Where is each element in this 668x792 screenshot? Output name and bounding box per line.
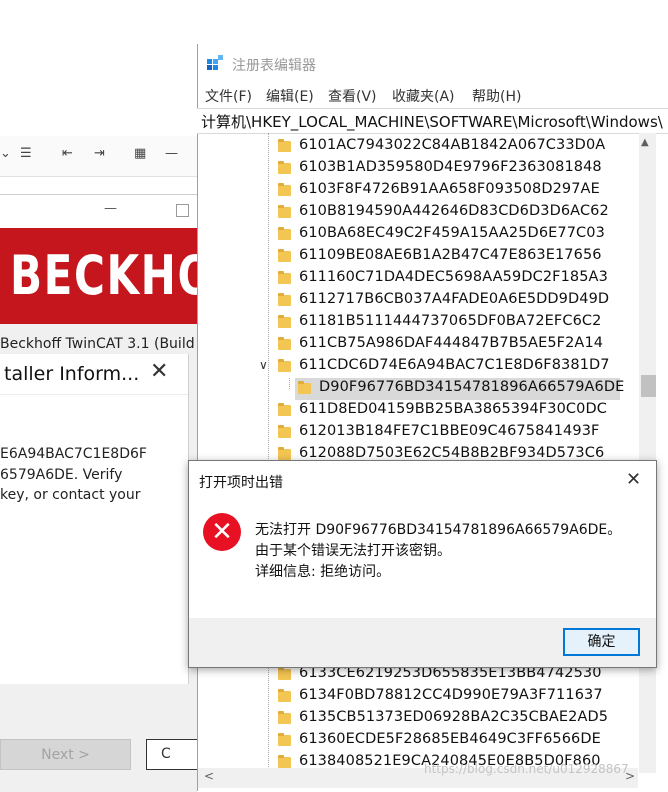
installer-message-line: E6A94BAC7C1E8D6F — [0, 446, 147, 462]
key-label: 6135CB51373ED06928BA2C35CBAE2AD5 — [299, 709, 609, 725]
key-label: 61109BE08AE6B1A2B47C47E863E17656 — [299, 247, 602, 263]
address-path[interactable]: 计算机\HKEY_LOCAL_MACHINE\SOFTWARE\Microsof… — [201, 111, 663, 132]
beckhoff-logo-text: BECKHO — [10, 244, 197, 307]
tree-item-selected[interactable]: D90F96776BD34154781896A66579A6DE — [198, 378, 638, 400]
scrollbar-thumb[interactable] — [641, 375, 656, 397]
tree-item[interactable]: 611160C71DA4DEC5698AA59DC2F185A3 — [198, 268, 638, 290]
folder-icon — [278, 425, 291, 438]
tree-item[interactable]: 611CB75A986DAF444847B7B5AE5F2A14 — [198, 334, 638, 356]
installer-message-title: taller Inform... — [4, 363, 140, 385]
tree-item[interactable]: 6112717B6CB037A4FADE0A6E5DD9D49D — [198, 290, 638, 312]
menu-help[interactable]: 帮助(H) — [472, 86, 521, 106]
key-label: D90F96776BD34154781896A66579A6DE — [319, 379, 625, 395]
registry-editor-icon — [207, 55, 223, 70]
product-name: Beckhoff TwinCAT 3.1 (Build — [0, 336, 195, 352]
divider — [0, 394, 188, 395]
increase-indent-icon[interactable]: ⇥ — [94, 146, 105, 161]
folder-icon — [278, 711, 291, 724]
folder-icon — [278, 139, 291, 152]
folder-icon — [278, 733, 291, 746]
key-label: 610BA68EC49C2F459A15AA25D6E77C03 — [299, 225, 605, 241]
key-label: 61181B5111444737065DF0BA72EFC6C2 — [299, 313, 602, 329]
ok-button[interactable]: 确定 — [563, 628, 640, 656]
key-label: 6103F8F4726B91AA658F093508D297AE — [299, 181, 600, 197]
tree-item[interactable]: 6135CB51373ED06928BA2C35CBAE2AD5 — [198, 708, 638, 730]
folder-icon — [278, 183, 291, 196]
next-button[interactable]: Next > — [0, 739, 131, 770]
folder-icon — [278, 205, 291, 218]
key-label: 611CB75A986DAF444847B7B5AE5F2A14 — [299, 335, 604, 351]
table-icon[interactable]: ▦ — [134, 146, 146, 161]
minimize-icon[interactable]: — — [104, 201, 120, 216]
scroll-left-arrow-icon[interactable]: < — [204, 769, 214, 783]
folder-icon — [278, 667, 291, 680]
installer-message-line: key, or contact your — [0, 487, 141, 503]
decrease-indent-icon[interactable]: ⇤ — [62, 146, 73, 161]
folder-icon — [278, 293, 291, 306]
key-label: 6101AC7943022C84AB1842A067C33D0A — [299, 137, 606, 153]
tree-item[interactable]: 610BA68EC49C2F459A15AA25D6E77C03 — [198, 224, 638, 246]
tree-item[interactable]: 6103B1AD359580D4E9796F2363081848 — [198, 158, 638, 180]
watermark: https://blog.csdn.net/u012928867 — [424, 762, 629, 776]
folder-icon — [278, 359, 291, 372]
bullet-list-icon[interactable]: ☰ — [20, 146, 32, 161]
folder-icon — [278, 689, 291, 702]
tree-item[interactable]: 6134F0BD78812CC4D990E79A3F711637 — [198, 686, 638, 708]
key-label: 611D8ED04159BB25BA3865394F30C0DC — [299, 401, 607, 417]
folder-icon — [278, 337, 291, 350]
key-label: 611160C71DA4DEC5698AA59DC2F185A3 — [299, 269, 608, 285]
chevron-down-icon[interactable]: ∨ — [259, 358, 268, 372]
tree-item[interactable]: 61360ECDE5F28685EB4649C3FF6566DE — [198, 730, 638, 752]
close-icon[interactable]: ✕ — [150, 359, 168, 384]
installer-titlebar — [0, 195, 197, 228]
horizontal-rule-icon[interactable]: — — [165, 146, 178, 161]
menu-file[interactable]: 文件(F) — [205, 86, 252, 106]
tree-item[interactable]: 611D8ED04159BB25BA3865394F30C0DC — [198, 400, 638, 422]
key-label: 6134F0BD78812CC4D990E79A3F711637 — [299, 687, 603, 703]
tree-item[interactable]: 61109BE08AE6B1A2B47C47E863E17656 — [198, 246, 638, 268]
tree-guide-line — [289, 378, 291, 389]
installer-message-window — [0, 354, 189, 684]
tree-item[interactable]: 612013B184FE7C1BBE09C4675841493F — [198, 422, 638, 444]
scroll-up-arrow-icon[interactable]: ▲ — [641, 137, 649, 148]
registry-tree: 6101AC7943022C84AB1842A067C33D0A 6103B1A… — [198, 133, 636, 773]
folder-icon — [278, 403, 291, 416]
tree-item[interactable]: 6101AC7943022C84AB1842A067C33D0A — [198, 136, 638, 158]
beckhoff-banner: BECKHO — [0, 228, 197, 324]
tree-item[interactable]: 6103F8F4726B91AA658F093508D297AE — [198, 180, 638, 202]
error-detail-line: 详细信息: 拒绝访问。 — [255, 564, 391, 580]
folder-icon — [278, 249, 291, 262]
key-label: 612013B184FE7C1BBE09C4675841493F — [299, 423, 600, 439]
folder-icon — [278, 315, 291, 328]
tree-item[interactable]: 610B8194590A442646D83CD6D3D6AC62 — [198, 202, 638, 224]
window-title: 注册表编辑器 — [232, 58, 316, 74]
error-icon: ✕ — [203, 513, 241, 551]
error-reason-line: 由于某个错误无法打开该密钥。 — [255, 543, 451, 559]
key-label: 611CDC6D74E6A94BAC7C1E8D6F8381D7 — [299, 357, 610, 373]
menu-view[interactable]: 查看(V) — [328, 86, 377, 106]
folder-icon — [278, 227, 291, 240]
key-label: 610B8194590A442646D83CD6D3D6AC62 — [299, 203, 609, 219]
tree-item-expanded[interactable]: ∨ 611CDC6D74E6A94BAC7C1E8D6F8381D7 — [198, 356, 638, 378]
folder-icon — [278, 161, 291, 174]
folder-icon — [278, 447, 291, 460]
maximize-icon[interactable] — [176, 204, 189, 217]
installer-message-line: 6579A6DE. Verify — [0, 467, 123, 483]
key-label: 612088D7503E62C54B8B2BF934D573C6 — [299, 445, 605, 461]
tree-item[interactable]: 61181B5111444737065DF0BA72EFC6C2 — [198, 312, 638, 334]
folder-icon — [298, 381, 311, 394]
error-message-line: 无法打开 D90F96776BD34154781896A66579A6DE。 — [255, 522, 622, 538]
folder-icon — [278, 271, 291, 284]
vertical-scrollbar[interactable] — [639, 133, 656, 773]
dialog-title: 打开项时出错 — [199, 475, 283, 491]
close-icon[interactable]: ✕ — [626, 469, 641, 490]
menu-edit[interactable]: 编辑(E) — [266, 86, 314, 106]
menu-favorites[interactable]: 收藏夹(A) — [392, 86, 455, 106]
key-label: 6112717B6CB037A4FADE0A6E5DD9D49D — [299, 291, 610, 307]
key-label: 6103B1AD359580D4E9796F2363081848 — [299, 159, 602, 175]
key-label: 61360ECDE5F28685EB4649C3FF6566DE — [299, 731, 601, 747]
folder-icon — [278, 755, 291, 768]
toolbar-chevron-icon[interactable]: ⌄ — [0, 146, 11, 161]
